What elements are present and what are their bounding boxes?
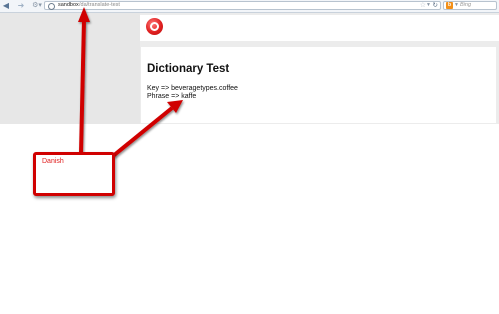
page-title: Dictionary Test xyxy=(147,63,230,75)
browser-toolbar: ◀ ➜ ⚙▾ sandbox /da/translate-test ☆ ▼ ↻ … xyxy=(0,0,499,13)
url-bar[interactable]: sandbox /da/translate-test ☆ ▼ ↻ xyxy=(44,1,441,10)
site-identity-icon[interactable]: ⚙▾ xyxy=(31,1,43,10)
left-sidebar-area xyxy=(0,13,140,124)
reload-icon[interactable]: ↻ xyxy=(433,1,438,10)
globe-icon xyxy=(48,3,55,10)
logo-ring xyxy=(150,22,159,31)
annotation-label: Danish xyxy=(42,158,64,165)
main-content: Dictionary Test Key => beveragetypes.cof… xyxy=(141,47,496,123)
back-icon[interactable]: ◀ xyxy=(1,1,11,10)
search-engine-icon[interactable]: b xyxy=(446,2,453,9)
annotation-box: Danish xyxy=(33,152,115,196)
logo-icon[interactable] xyxy=(146,18,163,35)
forward-icon[interactable]: ➜ xyxy=(16,1,26,10)
key-text: Key => beveragetypes.coffee xyxy=(147,85,238,92)
phrase-text: Phrase => kaffe xyxy=(147,93,197,100)
url-path: /da/translate-test xyxy=(79,2,120,8)
star-icon[interactable]: ☆ xyxy=(420,1,426,10)
header-bar xyxy=(140,15,499,41)
dropmarker-icon[interactable]: ▼ xyxy=(426,1,431,10)
url-host: sandbox xyxy=(58,2,79,8)
engine-dropdown-icon[interactable]: ▼ xyxy=(454,1,459,10)
search-bar[interactable]: b ▼ Bing xyxy=(443,1,497,10)
search-placeholder: Bing xyxy=(460,2,472,8)
